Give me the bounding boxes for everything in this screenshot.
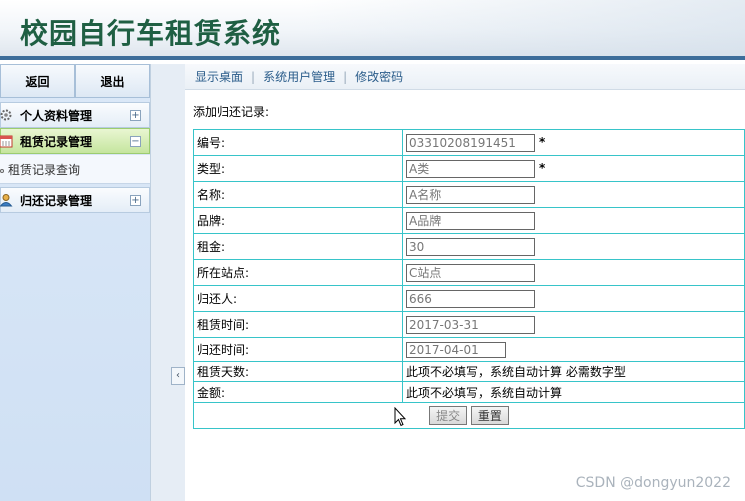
- returner-field[interactable]: [406, 289, 535, 308]
- name-field[interactable]: [406, 185, 535, 204]
- sidebar-section-profile[interactable]: 个人资料管理 +: [0, 102, 150, 128]
- form-row-type: 类型: *: [193, 155, 745, 182]
- field-cell: [402, 181, 745, 208]
- nav-separator: |: [251, 69, 256, 84]
- form-row-brand: 品牌:: [193, 207, 745, 234]
- field-label: 归还人:: [193, 285, 403, 312]
- form-row-return-time: 归还时间:: [193, 337, 745, 362]
- type-field[interactable]: [406, 159, 535, 178]
- logout-button[interactable]: 退出: [75, 64, 150, 98]
- field-label: 所在站点:: [193, 259, 403, 286]
- header-glow: [300, 0, 745, 56]
- sidebar-section-label: 租赁记录管理: [20, 134, 93, 149]
- id-field[interactable]: [406, 133, 535, 152]
- collapse-toggle-icon[interactable]: −: [130, 135, 141, 147]
- field-label: 金额:: [193, 381, 403, 403]
- user-icon: [0, 192, 14, 208]
- form-row-actions: 提交 重置: [193, 402, 745, 429]
- field-label: 租赁时间:: [193, 311, 403, 338]
- gear-icon: [0, 107, 14, 123]
- bullet-icon: [0, 168, 4, 173]
- app-title: 校园自行车租赁系统: [20, 17, 282, 50]
- sidebar-section-label: 归还记录管理: [20, 193, 93, 208]
- form-row-rental-days: 租赁天数: 此项不必填写，系统自动计算 必需数字型: [193, 361, 745, 382]
- required-mark: *: [539, 161, 546, 175]
- field-label: 品牌:: [193, 207, 403, 234]
- top-nav: 显示桌面 | 系统用户管理 | 修改密码: [185, 64, 745, 90]
- nav-link-user-management[interactable]: 系统用户管理: [263, 68, 335, 85]
- header-banner: 校园自行车租赁系统: [0, 0, 745, 60]
- nav-link-change-password[interactable]: 修改密码: [355, 68, 403, 85]
- field-label: 名称:: [193, 181, 403, 208]
- form-row-rental-time: 租赁时间:: [193, 311, 745, 338]
- auto-calc-note: 此项不必填写，系统自动计算: [402, 381, 745, 403]
- field-label: 租金:: [193, 233, 403, 260]
- nav-separator: |: [343, 69, 348, 84]
- auto-calc-note: 此项不必填写，系统自动计算 必需数字型: [402, 361, 745, 382]
- field-cell: [402, 207, 745, 234]
- submit-button[interactable]: 提交: [429, 406, 468, 425]
- field-cell: *: [402, 129, 745, 156]
- field-label: 类型:: [193, 155, 403, 182]
- form-row-amount: 金额: 此项不必填写，系统自动计算: [193, 381, 745, 403]
- main-content: 显示桌面 | 系统用户管理 | 修改密码 添加归还记录: 编号: * 类型: *…: [185, 64, 745, 501]
- expand-toggle-icon[interactable]: +: [130, 109, 141, 121]
- sidebar-top-buttons: 返回 退出: [0, 64, 150, 98]
- reset-button[interactable]: 重置: [470, 406, 509, 425]
- required-mark: *: [539, 135, 546, 149]
- mouse-cursor-icon: [394, 407, 406, 427]
- sidebar: 返回 退出 个人资料管理 + 租赁记录管理 − 租赁记录查询 归还记录管理 +: [0, 64, 150, 501]
- watermark: CSDN @dongyun2022: [575, 475, 731, 491]
- form-row-rent: 租金:: [193, 233, 745, 260]
- sidebar-section-label: 个人资料管理: [20, 108, 93, 123]
- field-label: 编号:: [193, 129, 403, 156]
- field-cell: [402, 233, 745, 260]
- back-button[interactable]: 返回: [0, 64, 75, 98]
- expand-toggle-icon[interactable]: +: [130, 194, 141, 206]
- form-actions: 提交 重置: [193, 402, 745, 429]
- field-cell: *: [402, 155, 745, 182]
- field-cell: [402, 311, 745, 338]
- field-label: 租赁天数:: [193, 361, 403, 382]
- sidebar-section-rental[interactable]: 租赁记录管理 −: [0, 128, 150, 154]
- return-record-form: 编号: * 类型: * 名称: 品牌: 租金: 所在站点: 归还人: 租赁时间:: [193, 129, 745, 429]
- form-row-station: 所在站点:: [193, 259, 745, 286]
- return-time-field[interactable]: [406, 341, 506, 358]
- form-row-name: 名称:: [193, 181, 745, 208]
- sidebar-splitter: ‹: [150, 64, 185, 501]
- calendar-icon: [0, 133, 14, 149]
- form-heading: 添加归还记录:: [193, 105, 270, 119]
- nav-link-desktop[interactable]: 显示桌面: [195, 68, 243, 85]
- collapse-sidebar-icon[interactable]: ‹: [171, 367, 185, 385]
- field-label: 归还时间:: [193, 337, 403, 362]
- rent-field[interactable]: [406, 237, 535, 256]
- rental-time-field[interactable]: [406, 315, 535, 334]
- field-cell: [402, 285, 745, 312]
- sidebar-submenu: 租赁记录查询: [0, 155, 150, 184]
- sidebar-item-label: 租赁记录查询: [8, 163, 81, 177]
- form-row-id: 编号: *: [193, 129, 745, 156]
- sidebar-item-rental-query[interactable]: 租赁记录查询: [0, 161, 80, 178]
- station-field[interactable]: [406, 263, 535, 282]
- field-cell: [402, 259, 745, 286]
- sidebar-section-return[interactable]: 归还记录管理 +: [0, 187, 150, 213]
- brand-field[interactable]: [406, 211, 535, 230]
- field-cell: [402, 337, 745, 362]
- form-row-returner: 归还人:: [193, 285, 745, 312]
